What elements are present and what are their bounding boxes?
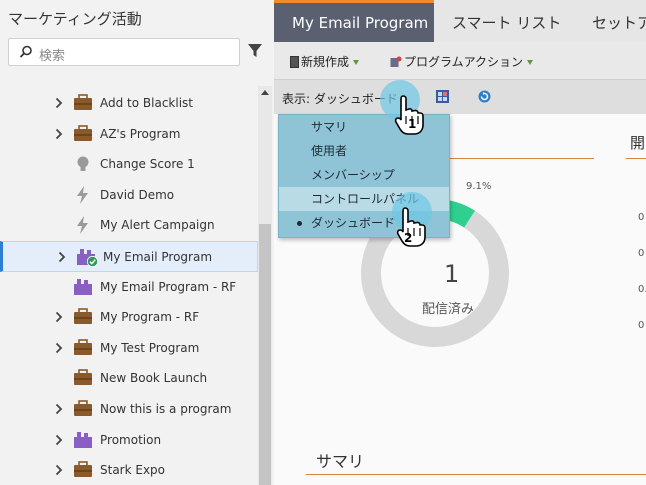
- tree-item[interactable]: Promotion: [0, 425, 258, 456]
- selected-bullet-icon: [297, 221, 302, 226]
- tick-label: 0: [638, 320, 645, 331]
- program-briefcase-icon: [73, 308, 93, 326]
- tree-item-label: My Email Program - RF: [100, 279, 237, 294]
- tick-label: 0: [638, 248, 645, 259]
- expand-arrow-icon[interactable]: [55, 342, 63, 357]
- toolbar: 新規作成 プログラムアクション: [274, 42, 646, 80]
- approved-check-icon: [87, 255, 98, 267]
- tree-item[interactable]: My Email Program - RF: [0, 272, 258, 303]
- tab-my-email-program[interactable]: My Email Program: [274, 0, 434, 42]
- program-briefcase-icon: [73, 369, 93, 387]
- tree-item[interactable]: My Email Program: [0, 240, 258, 272]
- filter-icon[interactable]: [248, 44, 262, 61]
- email-program-icon: [76, 248, 98, 267]
- program-actions-label: プログラムアクション: [404, 55, 524, 69]
- tree-item-label: David Demo: [100, 187, 175, 202]
- donut-center-value: 1: [444, 260, 460, 288]
- step-number-1: 1: [408, 117, 416, 131]
- expand-arrow-icon[interactable]: [55, 97, 63, 112]
- tree-item-label: Now this is a program: [100, 401, 232, 416]
- right-panel-title: 開: [630, 134, 646, 152]
- sidebar-scrollbar[interactable]: [258, 86, 272, 485]
- tree-item-label: My Alert Campaign: [100, 218, 215, 233]
- grid-view-icon[interactable]: [436, 90, 449, 106]
- expand-arrow-icon[interactable]: [55, 128, 63, 143]
- tab-smart-list[interactable]: スマート リスト: [434, 0, 579, 42]
- program-briefcase-icon: [73, 94, 93, 112]
- tree-item[interactable]: New Book Launch: [0, 363, 258, 394]
- menu-item-users[interactable]: 使用者: [279, 139, 449, 163]
- new-icon: [290, 56, 299, 68]
- tree-item[interactable]: My Test Program: [0, 333, 258, 364]
- scroll-up-icon[interactable]: [261, 90, 269, 95]
- search-input[interactable]: 検索: [8, 38, 240, 66]
- program-briefcase-icon: [73, 400, 93, 418]
- chevron-down-icon: [353, 60, 360, 65]
- program-actions-button[interactable]: プログラムアクション: [390, 53, 534, 70]
- view-bar: 表示: ダッシュボード: [274, 80, 646, 114]
- tree-item[interactable]: My Alert Campaign: [0, 210, 258, 241]
- program-tree: Add to Blacklist AZ's Program Change Score…: [0, 88, 258, 485]
- email-program-icon: [73, 431, 93, 449]
- tree-item-label: My Program - RF: [100, 310, 200, 325]
- tree-item-label: Add to Blacklist: [100, 96, 193, 110]
- menu-item-dashboard-label: ダッシュボード: [311, 216, 396, 230]
- lightning-icon: [73, 185, 93, 204]
- step-number-2: 2: [404, 231, 412, 245]
- tree-item-label: Stark Expo: [100, 463, 166, 478]
- tree-item-label: Change Score 1: [100, 157, 195, 172]
- tree-item[interactable]: AZ's Program: [0, 119, 258, 150]
- refresh-icon[interactable]: [478, 90, 491, 106]
- slice-data-label: 9.1%: [466, 181, 492, 192]
- hand-cursor-icon: 2: [396, 207, 426, 247]
- lightning-icon: [73, 216, 93, 235]
- summary-section-title: サマリ: [316, 452, 365, 471]
- tree-item-label: AZ's Program: [100, 126, 181, 141]
- menu-item-membership[interactable]: メンバーシップ: [279, 163, 449, 187]
- program-briefcase-icon: [73, 338, 93, 357]
- expand-arrow-icon[interactable]: [58, 251, 66, 266]
- search-icon: [19, 45, 33, 62]
- program-actions-icon: [390, 56, 402, 67]
- tree-item-label: Promotion: [100, 432, 162, 447]
- section-divider: [306, 474, 646, 475]
- donut-center-label: 配信済み: [422, 302, 475, 317]
- lightbulb-icon: [73, 155, 93, 173]
- new-button[interactable]: 新規作成: [290, 53, 360, 70]
- tree-item-label: My Email Program: [103, 249, 213, 264]
- hand-cursor-icon: 1: [394, 95, 424, 135]
- email-program-icon: [73, 278, 93, 296]
- tick-label: 0: [638, 212, 645, 223]
- tree-item[interactable]: Change Score 1: [0, 149, 258, 180]
- new-label: 新規作成: [301, 55, 350, 69]
- scrollbar-thumb[interactable]: [259, 224, 271, 485]
- sidebar-title: マーケティング活動: [8, 10, 142, 28]
- tree-item[interactable]: My Program - RF: [0, 302, 258, 333]
- tree-item[interactable]: Add to Blacklist: [0, 88, 258, 119]
- expand-arrow-icon[interactable]: [55, 464, 63, 479]
- section-divider: [626, 158, 646, 159]
- tree-item[interactable]: Now this is a program: [0, 394, 258, 425]
- program-briefcase-icon: [73, 124, 93, 143]
- tree-item-label: New Book Launch: [100, 371, 208, 386]
- expand-arrow-icon[interactable]: [55, 403, 63, 418]
- expand-arrow-icon[interactable]: [55, 434, 63, 449]
- sidebar: マーケティング活動 検索 Add to Blacklist AZ's Progra…: [0, 0, 274, 485]
- expand-arrow-icon[interactable]: [55, 311, 63, 326]
- tick-label: 0.: [638, 284, 646, 295]
- tab-setup[interactable]: セットア: [574, 0, 646, 42]
- tree-item-label: My Test Program: [100, 340, 200, 355]
- search-placeholder: 検索: [39, 49, 66, 64]
- program-briefcase-icon: [73, 461, 93, 479]
- tree-item[interactable]: David Demo: [0, 180, 258, 211]
- tab-bar: My Email Program スマート リスト セットア: [274, 0, 646, 42]
- tree-item[interactable]: Stark Expo: [0, 455, 258, 485]
- chevron-down-icon: [527, 60, 534, 65]
